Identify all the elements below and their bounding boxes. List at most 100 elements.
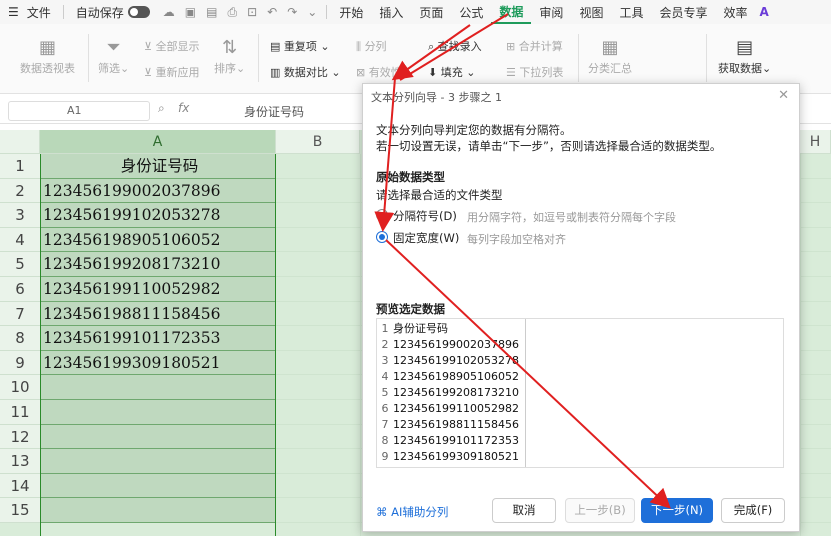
dropdown-list-icon: ☰ <box>506 66 516 79</box>
radio-delimited-label[interactable]: 分隔符号(D) <box>393 208 457 224</box>
column-header-a[interactable]: A <box>40 130 276 154</box>
fill-button[interactable]: ⬇ 填充 ⌄ <box>428 64 475 80</box>
ai-split-button[interactable]: ⌘ AI辅助分列 <box>376 504 448 520</box>
radio-delimited[interactable] <box>376 209 388 221</box>
preview-row: 9 123456199309180521 <box>377 449 519 465</box>
row-header[interactable]: 15 <box>0 498 40 523</box>
row-header[interactable]: 10 <box>0 375 40 400</box>
row-header[interactable]: 14 <box>0 473 40 499</box>
close-icon[interactable]: ✕ <box>778 88 789 103</box>
preview-row-value: 123456199101172353 <box>393 434 519 447</box>
column-header-b[interactable]: B <box>276 130 360 154</box>
export-icon[interactable]: ▤ <box>201 5 222 19</box>
row-header[interactable]: 4 <box>0 227 40 253</box>
preview-box[interactable]: 1 身份证号码 2 123456199002037896 3 12345619910205… <box>376 318 784 468</box>
table-cell[interactable] <box>40 400 276 425</box>
split-column-button[interactable]: ⫼ 分列 <box>356 38 387 54</box>
row-header[interactable]: 2 <box>0 178 40 204</box>
duplicates-button[interactable]: ▤ 重复项 ⌄ <box>270 38 330 54</box>
tab-efficiency[interactable]: 效率 <box>715 0 755 24</box>
table-cell[interactable]: 123456199101172353 <box>40 326 276 351</box>
table-cell[interactable]: 123456199002037896 <box>40 178 276 204</box>
redo-icon[interactable]: ↷ <box>282 5 302 19</box>
tab-data[interactable]: 数据 <box>491 0 532 24</box>
tab-tools[interactable]: 工具 <box>611 0 651 24</box>
radio-fixed-width-label[interactable]: 固定宽度(W) <box>393 230 459 246</box>
radio-fixed-width[interactable] <box>376 231 388 243</box>
preview-column-divider[interactable] <box>525 319 526 467</box>
preview-row: 5 123456199208173210 <box>377 385 519 401</box>
reapply-button[interactable]: ⊻ 重新应用 <box>144 64 200 80</box>
undo-icon[interactable]: ↶ <box>262 5 282 19</box>
preview-icon[interactable]: ⊡ <box>242 5 262 19</box>
print-icon[interactable]: ⎙ <box>222 5 242 20</box>
tab-home[interactable]: 开始 <box>331 0 371 24</box>
dropdown-list-button[interactable]: ☰ 下拉列表 <box>506 64 563 80</box>
tab-review[interactable]: 审阅 <box>531 0 571 24</box>
preview-row: 6 123456199110052982 <box>377 401 519 417</box>
table-cell[interactable] <box>40 375 276 400</box>
cancel-button[interactable]: 取消 <box>492 498 556 523</box>
table-cell[interactable]: 123456198811158456 <box>40 301 276 327</box>
search-icon[interactable]: ⌕ <box>158 101 165 116</box>
autosave-toggle[interactable] <box>127 6 150 18</box>
preview-row-number: 3 <box>381 354 389 367</box>
row-header[interactable]: 8 <box>0 326 40 351</box>
table-cell[interactable] <box>40 449 276 474</box>
ai-logo-icon[interactable]: A <box>756 0 773 24</box>
table-cell[interactable]: 123456199309180521 <box>40 350 276 376</box>
header-cell-a1[interactable]: 身份证号码 <box>40 154 276 179</box>
hamburger-icon[interactable]: ☰ <box>0 0 27 24</box>
column-header-h[interactable]: H <box>800 130 831 154</box>
validity-button[interactable]: ⊠ 有效性 ⌄ <box>356 64 414 80</box>
table-cell[interactable]: 123456198905106052 <box>40 227 276 253</box>
preview-title: 预览选定数据 <box>376 302 445 316</box>
file-menu[interactable]: 文件 <box>27 0 59 24</box>
select-all-corner[interactable] <box>0 130 40 154</box>
preview-row-number: 1 <box>381 322 389 335</box>
finish-button[interactable]: 完成(F) <box>721 498 785 523</box>
sort-button[interactable]: ⇅ 排序⌄ <box>214 36 245 76</box>
row-header[interactable]: 9 <box>0 350 40 376</box>
formula-content[interactable]: 身份证号码 <box>244 103 304 120</box>
pivot-table-button[interactable]: ▦ 数据透视表 <box>20 36 75 76</box>
row-header[interactable]: 13 <box>0 449 40 474</box>
table-cell[interactable] <box>40 424 276 450</box>
row-header[interactable]: 3 <box>0 203 40 228</box>
save-icon[interactable]: ▣ <box>180 5 201 19</box>
name-box[interactable]: A1 <box>8 101 150 121</box>
fx-icon[interactable]: fx <box>178 101 189 115</box>
next-step-button[interactable]: 下一步(N) <box>641 498 713 523</box>
show-all-button[interactable]: ⊻ 全部显示 <box>144 38 200 54</box>
prev-step-button[interactable]: 上一步(B) <box>565 498 635 523</box>
chevron-down-icon[interactable]: ⌄ <box>302 5 322 19</box>
table-cell[interactable] <box>40 498 276 523</box>
tab-view[interactable]: 视图 <box>571 0 611 24</box>
filter-button[interactable]: ⏷ 筛选⌄ <box>98 36 129 76</box>
table-cell[interactable]: 123456199208173210 <box>40 252 276 277</box>
row-header[interactable]: 11 <box>0 400 40 425</box>
preview-row-number: 7 <box>381 418 389 431</box>
table-cell[interactable]: 123456199110052982 <box>40 277 276 302</box>
row-header[interactable]: 7 <box>0 301 40 327</box>
merge-icon: ⊞ <box>506 40 516 53</box>
table-cell[interactable]: 123456199102053278 <box>40 203 276 228</box>
tab-page[interactable]: 页面 <box>411 0 451 24</box>
preview-row-value: 123456198905106052 <box>393 370 519 383</box>
merge-calc-button[interactable]: ⊞ 合并计算 <box>506 38 563 54</box>
preview-row-number: 4 <box>381 370 389 383</box>
tab-insert[interactable]: 插入 <box>371 0 411 24</box>
tab-member[interactable]: 会员专享 <box>651 0 715 24</box>
subtotal-button[interactable]: ▦ 分类汇总 <box>588 36 632 76</box>
get-data-button[interactable]: ▤ 获取数据⌄ <box>718 36 771 76</box>
cloud-icon[interactable]: ☁ <box>158 5 180 19</box>
tab-formula[interactable]: 公式 <box>451 0 491 24</box>
row-header[interactable]: 6 <box>0 277 40 302</box>
row-header[interactable]: 12 <box>0 424 40 450</box>
compare-button[interactable]: ▥ 数据对比 ⌄ <box>270 64 341 80</box>
table-cell[interactable] <box>40 473 276 499</box>
row-header[interactable]: 1 <box>0 154 40 179</box>
radio-fixed-width-desc: 每列字段加空格对齐 <box>467 233 566 246</box>
lookup-button[interactable]: ⌕ 查找录入 <box>428 38 482 54</box>
row-header[interactable]: 5 <box>0 252 40 277</box>
